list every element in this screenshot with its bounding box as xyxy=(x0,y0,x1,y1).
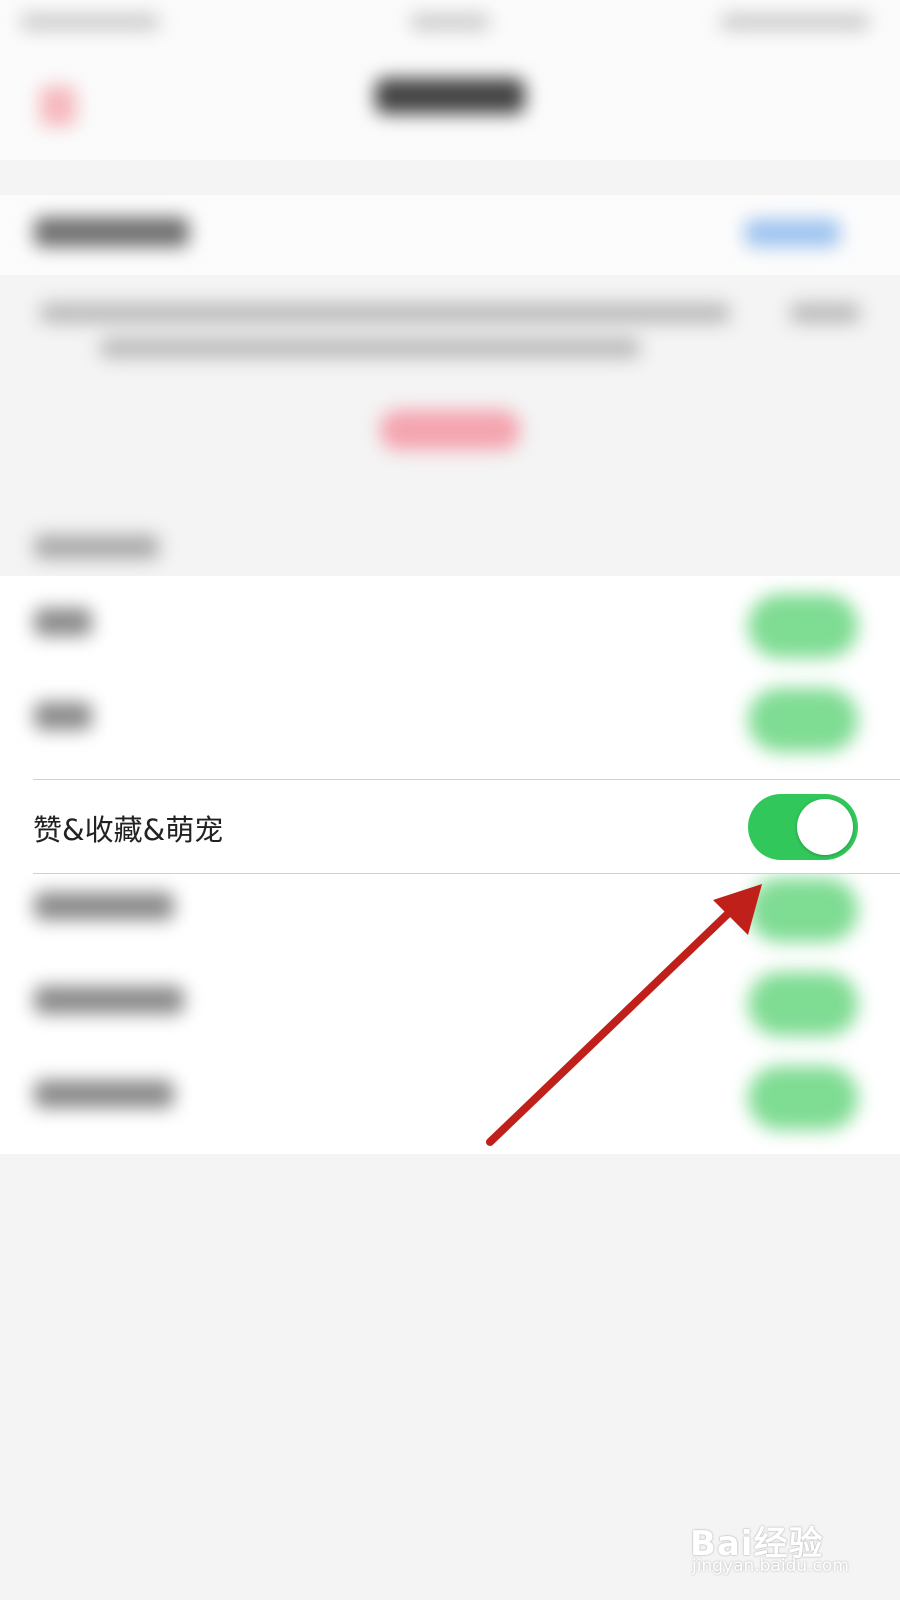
toggle-knob xyxy=(797,799,853,855)
settings-row-blurred[interactable] xyxy=(0,1048,900,1142)
row-label: 赞&收藏&萌宠 xyxy=(33,813,224,847)
status-time-blurred xyxy=(20,14,160,30)
section-link-blurred[interactable] xyxy=(745,219,840,247)
likes-favorites-pets-toggle[interactable] xyxy=(748,794,858,860)
likes-favorites-pets-row[interactable]: 赞&收藏&萌宠 xyxy=(0,779,900,874)
settings-row-blurred[interactable] xyxy=(0,576,900,670)
settings-row-blurred[interactable] xyxy=(0,954,900,1048)
status-bar xyxy=(0,0,900,50)
toggle-blurred[interactable] xyxy=(748,972,858,1036)
row-divider-top xyxy=(33,779,900,780)
row-label-blurred xyxy=(34,702,92,730)
toggle-blurred[interactable] xyxy=(748,688,858,752)
settings-row-blurred[interactable] xyxy=(0,860,900,954)
page-title-blurred xyxy=(375,78,525,114)
group-label-blurred xyxy=(34,535,159,559)
back-icon[interactable] xyxy=(40,86,76,126)
baidu-jingyan-watermark: Bai经验 jingyan.baidu.com xyxy=(688,1500,868,1585)
section-label-blurred xyxy=(34,217,189,247)
toggle-blurred[interactable] xyxy=(748,878,858,942)
settings-row-blurred[interactable] xyxy=(0,670,900,764)
watermark-url: jingyan.baidu.com xyxy=(692,1556,849,1576)
row-divider-bottom xyxy=(33,873,900,874)
toggle-blurred[interactable] xyxy=(748,594,858,658)
row-label-blurred xyxy=(34,1080,174,1108)
master-toggle-section xyxy=(0,195,900,275)
row-label-blurred xyxy=(34,892,174,920)
nav-header xyxy=(0,50,900,160)
row-label-blurred xyxy=(34,986,184,1014)
toggle-blurred[interactable] xyxy=(748,1066,858,1130)
description-button-blurred[interactable] xyxy=(380,410,520,450)
row-label-blurred xyxy=(34,608,92,636)
status-carrier-blurred xyxy=(410,14,490,30)
status-battery-blurred xyxy=(720,14,870,30)
